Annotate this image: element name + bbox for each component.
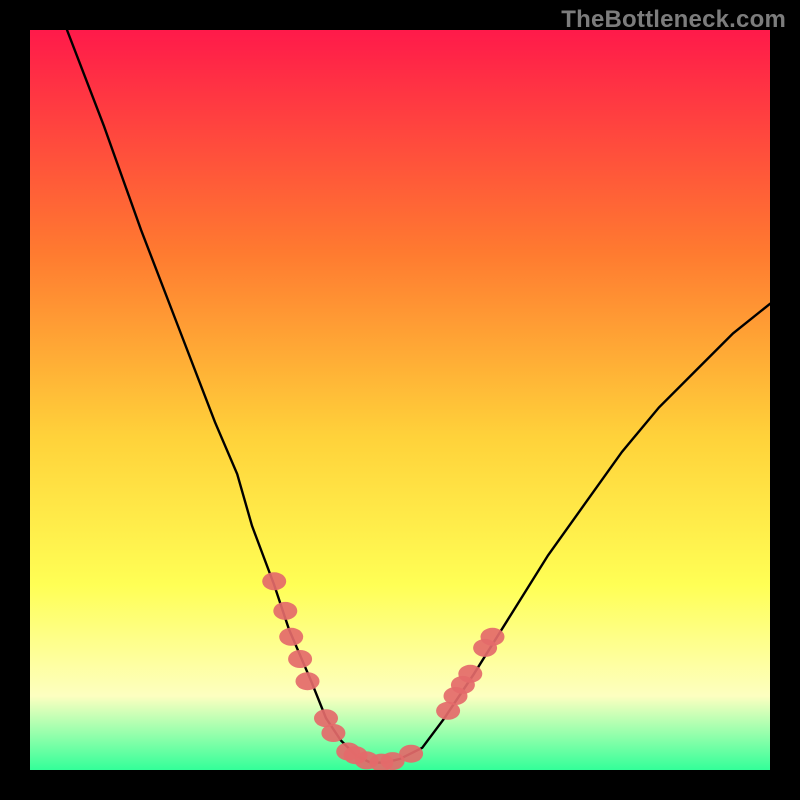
data-marker: [321, 724, 345, 742]
data-marker: [296, 672, 320, 690]
chart-svg: [30, 30, 770, 770]
data-marker: [262, 572, 286, 590]
data-marker: [273, 602, 297, 620]
data-marker: [481, 628, 505, 646]
data-marker: [458, 665, 482, 683]
plot-area: [30, 30, 770, 770]
data-marker: [399, 745, 423, 763]
gradient-background: [30, 30, 770, 770]
chart-frame: TheBottleneck.com: [0, 0, 800, 800]
data-marker: [288, 650, 312, 668]
data-marker: [279, 628, 303, 646]
